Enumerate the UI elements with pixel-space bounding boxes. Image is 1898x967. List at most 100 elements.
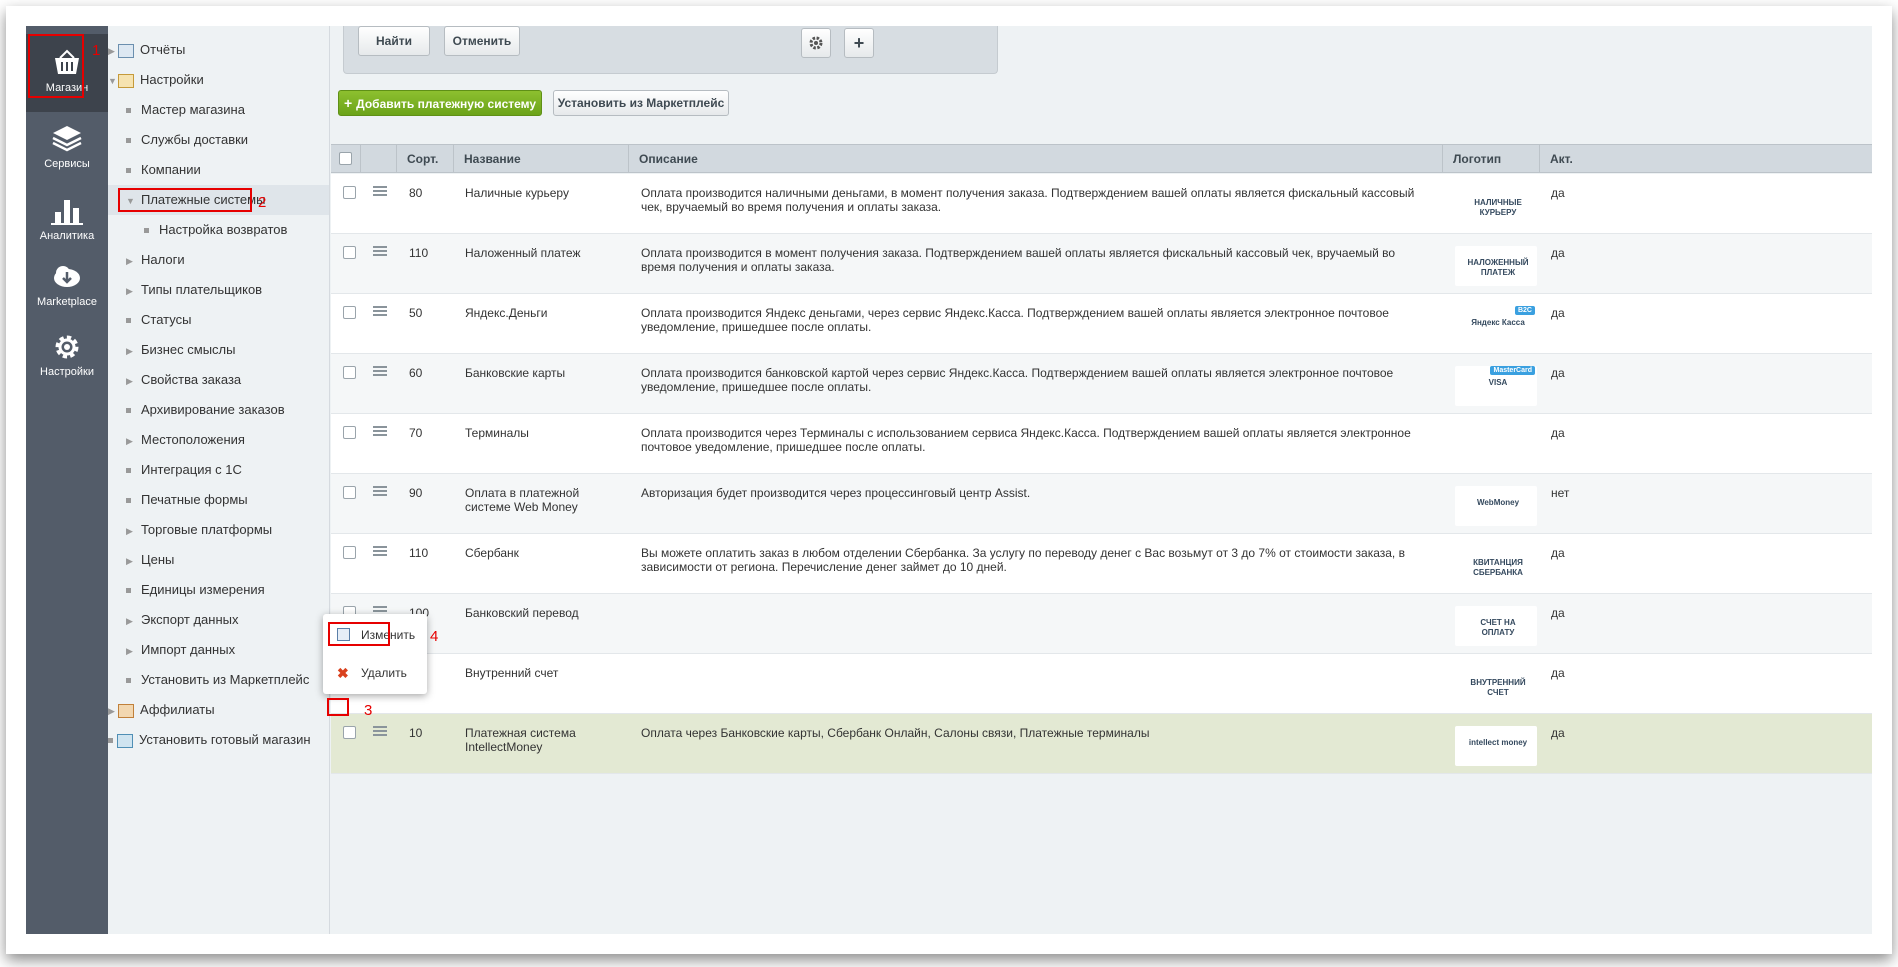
- table-row[interactable]: Внутренний счет ВНУТРЕННИЙ СЧЕТ да: [331, 654, 1872, 714]
- row-sort: 60: [409, 366, 423, 380]
- header-sort[interactable]: Сорт.: [397, 145, 454, 173]
- row-menu-icon[interactable]: [373, 364, 387, 378]
- row-sort: 70: [409, 426, 423, 440]
- row-name[interactable]: Банковские карты: [465, 366, 625, 380]
- tree-item-delivery[interactable]: Службы доставки: [126, 125, 248, 155]
- row-checkbox[interactable]: [343, 426, 356, 439]
- header-logo[interactable]: Логотип: [1443, 145, 1540, 173]
- tree-item-refund-settings[interactable]: Настройка возвратов: [144, 215, 287, 245]
- cancel-button[interactable]: Отменить: [444, 26, 520, 56]
- tree-item-companies[interactable]: Компании: [126, 155, 201, 185]
- row-name[interactable]: Наличные курьеру: [465, 186, 625, 200]
- header-select-all[interactable]: [331, 145, 361, 173]
- find-button[interactable]: Найти: [358, 26, 430, 56]
- row-checkbox[interactable]: [343, 306, 356, 319]
- tree-item-install-marketplace[interactable]: Установить из Маркетплейс: [126, 665, 309, 695]
- row-sort: 50: [409, 306, 423, 320]
- tree-item-affiliates[interactable]: ▶ Аффилиаты: [108, 695, 215, 725]
- tree-item-taxes[interactable]: ▶ Налоги: [126, 245, 185, 275]
- tree-item-locations[interactable]: ▶ Местоположения: [126, 425, 245, 455]
- header-active[interactable]: Акт.: [1540, 145, 1872, 173]
- tree-item-statuses[interactable]: Статусы: [126, 305, 191, 335]
- row-menu-icon[interactable]: [373, 244, 387, 258]
- row-menu-icon[interactable]: [373, 484, 387, 498]
- row-checkbox[interactable]: [343, 726, 356, 739]
- tree-item-shop-wizard[interactable]: Мастер магазина: [126, 95, 245, 125]
- tree-item-order-properties[interactable]: ▶ Свойства заказа: [126, 365, 241, 395]
- context-delete-item[interactable]: ✖ Удалить: [323, 660, 427, 686]
- sidebar-item-marketplace[interactable]: Marketplace: [26, 248, 108, 326]
- sidebar-item-services[interactable]: Сервисы: [26, 110, 108, 188]
- report-icon: [118, 43, 134, 58]
- table-row[interactable]: 110 Сбербанк Вы можете оплатить заказ в лю…: [331, 534, 1872, 594]
- tree-item-business-meanings[interactable]: ▶ Бизнес смыслы: [126, 335, 236, 365]
- expand-arrow-icon: ▶: [126, 286, 133, 296]
- row-menu-icon[interactable]: [373, 544, 387, 558]
- table-row[interactable]: 110 Наложенный платеж Оплата производится …: [331, 234, 1872, 294]
- install-from-marketplace-button[interactable]: Установить из Маркетплейс: [553, 90, 729, 116]
- table-row[interactable]: 70 Терминалы Оплата производится через Тер…: [331, 414, 1872, 474]
- table-row[interactable]: 100 Банковский перевод СЧЕТ НА ОПЛАТУ да: [331, 594, 1872, 654]
- row-active: да: [1551, 546, 1565, 560]
- tree-item-prices[interactable]: ▶ Цены: [126, 545, 174, 575]
- row-checkbox[interactable]: [343, 246, 356, 259]
- tree-item-trade-platforms[interactable]: ▶ Торговые платформы: [126, 515, 272, 545]
- row-menu-icon[interactable]: [373, 184, 387, 198]
- row-name[interactable]: Наложенный платеж: [465, 246, 625, 260]
- payment-logo: intellect money: [1455, 726, 1537, 766]
- tree-item-payer-types[interactable]: ▶ Типы плательщиков: [126, 275, 262, 305]
- row-name[interactable]: Платежная система IntellectMoney: [465, 726, 625, 754]
- row-name[interactable]: Банковский перевод: [465, 606, 625, 620]
- bullet-icon: [108, 738, 113, 744]
- gear-icon: [55, 335, 79, 359]
- tree-item-units[interactable]: Единицы измерения: [126, 575, 265, 605]
- table-row[interactable]: 50 Яндекс.Деньги Оплата производится Яндек…: [331, 294, 1872, 354]
- bullet-icon: [126, 318, 131, 324]
- table-row[interactable]: 60 Банковские карты Оплата производится ба…: [331, 354, 1872, 414]
- row-name[interactable]: Яндекс.Деньги: [465, 306, 625, 320]
- table-row[interactable]: 90 Оплата в платежной системе Web Money Ав…: [331, 474, 1872, 534]
- tree-item-print-forms[interactable]: Печатные формы: [126, 485, 248, 515]
- select-all-checkbox[interactable]: [339, 152, 352, 165]
- table-row[interactable]: 80 Наличные курьеру Оплата производится на…: [331, 174, 1872, 234]
- row-name[interactable]: Внутренний счет: [465, 666, 625, 680]
- tree-item-data-import[interactable]: ▶ Импорт данных: [126, 635, 235, 665]
- row-checkbox[interactable]: [343, 366, 356, 379]
- table-row[interactable]: 10 Платежная система IntellectMoney Оплата…: [331, 714, 1872, 774]
- tree-item-install-ready-shop[interactable]: Установить готовый магазин: [108, 725, 311, 755]
- annotation-box-4: [328, 622, 390, 646]
- bullet-icon: [126, 678, 131, 684]
- tree-item-data-export[interactable]: ▶ Экспорт данных: [126, 605, 238, 635]
- bar-chart-icon: [51, 200, 83, 225]
- filter-settings-button[interactable]: [801, 28, 831, 58]
- header-description[interactable]: Описание: [629, 145, 1443, 173]
- annotation-box-3: [327, 698, 349, 716]
- row-menu-icon[interactable]: [373, 724, 387, 738]
- filter-add-button[interactable]: +: [844, 28, 874, 58]
- row-name[interactable]: Терминалы: [465, 426, 625, 440]
- add-payment-system-button[interactable]: + Добавить платежную систему: [338, 90, 542, 116]
- row-checkbox[interactable]: [343, 546, 356, 559]
- row-menu-icon[interactable]: [373, 424, 387, 438]
- tree-item-1c-integration[interactable]: Интеграция с 1С: [126, 455, 242, 485]
- row-active: да: [1551, 666, 1565, 680]
- sidebar-item-settings[interactable]: Настройки: [26, 318, 108, 396]
- expand-arrow-icon: ▶: [126, 646, 133, 656]
- collapse-arrow-icon: ▼: [108, 76, 117, 86]
- header-name[interactable]: Название: [454, 145, 629, 173]
- row-description: Оплата производится в момент получения з…: [641, 246, 1396, 274]
- row-name[interactable]: Оплата в платежной системе Web Money: [465, 486, 625, 514]
- row-checkbox[interactable]: [343, 186, 356, 199]
- tree-item-settings[interactable]: ▼ Настройки: [108, 65, 204, 95]
- row-active: да: [1551, 186, 1565, 200]
- tree-item-reports[interactable]: ▶ Отчёты: [108, 35, 185, 65]
- payment-logo: [1455, 426, 1537, 466]
- tree-item-order-archiving[interactable]: Архивирование заказов: [126, 395, 285, 425]
- row-menu-icon[interactable]: [373, 304, 387, 318]
- row-sort: 110: [409, 246, 429, 260]
- expand-arrow-icon: ▶: [126, 256, 133, 266]
- row-name[interactable]: Сбербанк: [465, 546, 625, 560]
- row-checkbox[interactable]: [343, 486, 356, 499]
- plus-icon: +: [853, 33, 865, 53]
- row-description: Оплата производится наличными деньгами, …: [641, 186, 1415, 214]
